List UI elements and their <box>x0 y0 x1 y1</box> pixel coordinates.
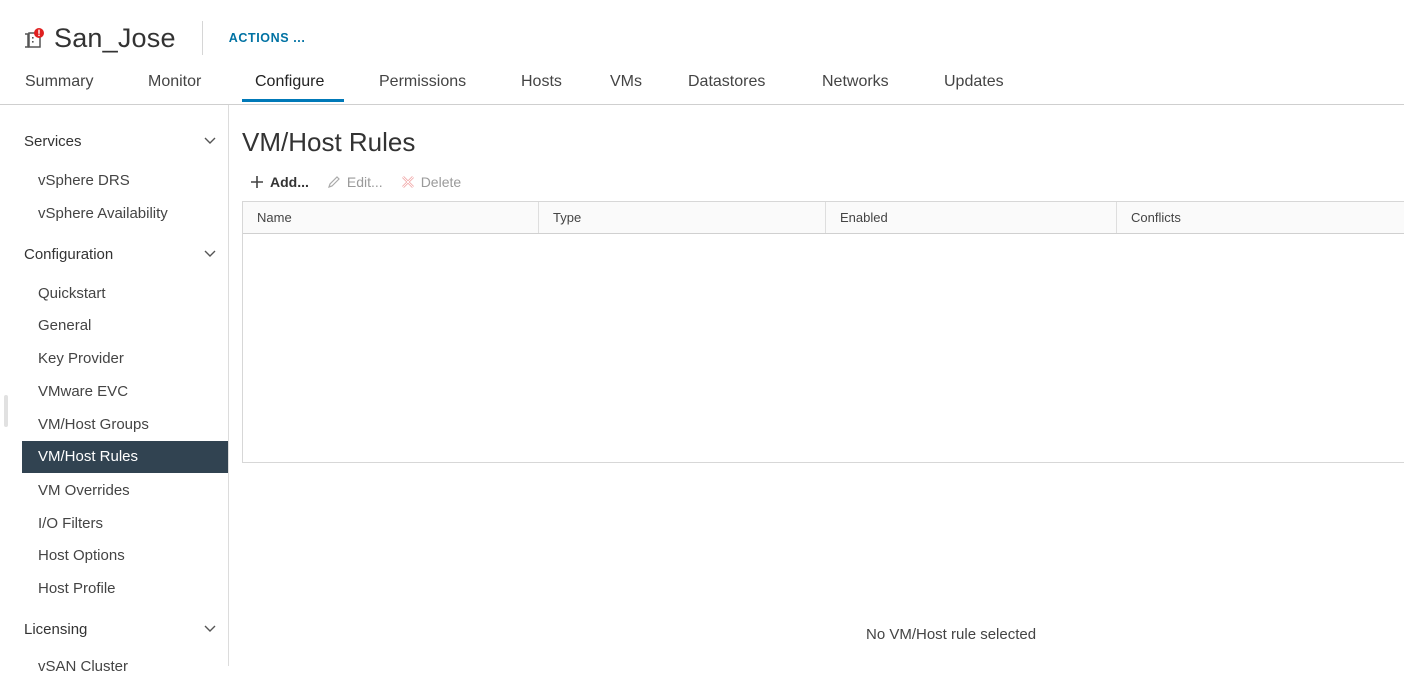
sidebar-item-io-filters[interactable]: I/O Filters <box>38 515 103 532</box>
sidebar-section-label: Licensing <box>24 620 88 638</box>
edit-button-label: Edit... <box>346 174 383 190</box>
sidebar-section-licensing[interactable]: Licensing <box>24 617 216 641</box>
pane-resize-handle[interactable] <box>4 395 8 427</box>
sidebar-section-label: Configuration <box>24 245 114 263</box>
sidebar-section-configuration[interactable]: Configuration <box>24 242 216 266</box>
sidebar-item-vm-host-groups[interactable]: VM/Host Groups <box>38 416 149 433</box>
chevron-down-icon <box>204 620 216 638</box>
edit-button[interactable]: Edit... <box>327 174 383 190</box>
table-header: Name Type Enabled Conflicts <box>243 202 1404 234</box>
active-tab-indicator <box>242 99 344 102</box>
delete-button[interactable]: Delete <box>401 174 461 190</box>
tab-updates[interactable]: Updates <box>944 73 1004 91</box>
sidebar-section-label: Services <box>24 132 82 150</box>
sidebar-item-vsan-cluster[interactable]: vSAN Cluster <box>38 658 128 675</box>
object-header: San_Jose ACTIONS ... <box>24 18 305 58</box>
delete-button-label: Delete <box>420 174 462 190</box>
plus-icon <box>250 175 264 189</box>
sidebar-section-services[interactable]: Services <box>24 129 216 153</box>
column-header-name[interactable]: Name <box>243 202 538 233</box>
tab-vms[interactable]: VMs <box>610 73 642 91</box>
object-tabs: Summary Monitor Configure Permissions Ho… <box>0 64 1404 105</box>
add-button[interactable]: Add... <box>250 174 309 190</box>
tab-hosts[interactable]: Hosts <box>521 73 562 91</box>
tab-datastores[interactable]: Datastores <box>688 73 765 91</box>
chevron-down-icon <box>204 132 216 150</box>
column-header-enabled[interactable]: Enabled <box>825 202 1116 233</box>
page-title: VM/Host Rules <box>242 127 416 157</box>
actions-menu-button[interactable]: ACTIONS ... <box>229 31 306 45</box>
sidebar-item-key-provider[interactable]: Key Provider <box>38 350 124 367</box>
header-divider <box>201 21 203 55</box>
column-header-conflicts[interactable]: Conflicts <box>1116 202 1404 233</box>
sidebar-item-vmware-evc[interactable]: VMware EVC <box>38 383 128 400</box>
delete-x-icon <box>401 175 415 189</box>
configure-sidebar: Services vSphere DRS vSphere Availabilit… <box>0 105 229 675</box>
tab-networks[interactable]: Networks <box>822 73 889 91</box>
sidebar-item-vsphere-availability[interactable]: vSphere Availability <box>38 205 168 222</box>
tab-permissions[interactable]: Permissions <box>379 73 466 91</box>
sidebar-item-vm-host-rules[interactable]: VM/Host Rules <box>22 441 228 473</box>
sidebar-item-vm-overrides[interactable]: VM Overrides <box>38 482 130 499</box>
tab-summary[interactable]: Summary <box>25 73 93 91</box>
sidebar-item-general[interactable]: General <box>38 317 91 334</box>
object-title: San_Jose <box>54 22 176 53</box>
tab-monitor[interactable]: Monitor <box>148 73 201 91</box>
cluster-icon <box>24 27 46 49</box>
column-header-type[interactable]: Type <box>538 202 825 233</box>
rules-table: Name Type Enabled Conflicts <box>242 201 1404 463</box>
rules-toolbar: Add... Edit... Delete <box>250 174 479 190</box>
sidebar-item-host-options[interactable]: Host Options <box>38 547 125 564</box>
tab-configure[interactable]: Configure <box>255 73 324 91</box>
add-button-label: Add... <box>270 174 309 190</box>
sidebar-item-quickstart[interactable]: Quickstart <box>38 285 106 302</box>
pencil-icon <box>327 175 341 189</box>
sidebar-item-vsphere-drs[interactable]: vSphere DRS <box>38 172 130 189</box>
chevron-down-icon <box>204 245 216 263</box>
detail-empty-message: No VM/Host rule selected <box>866 626 1037 643</box>
sidebar-item-host-profile[interactable]: Host Profile <box>38 580 116 597</box>
